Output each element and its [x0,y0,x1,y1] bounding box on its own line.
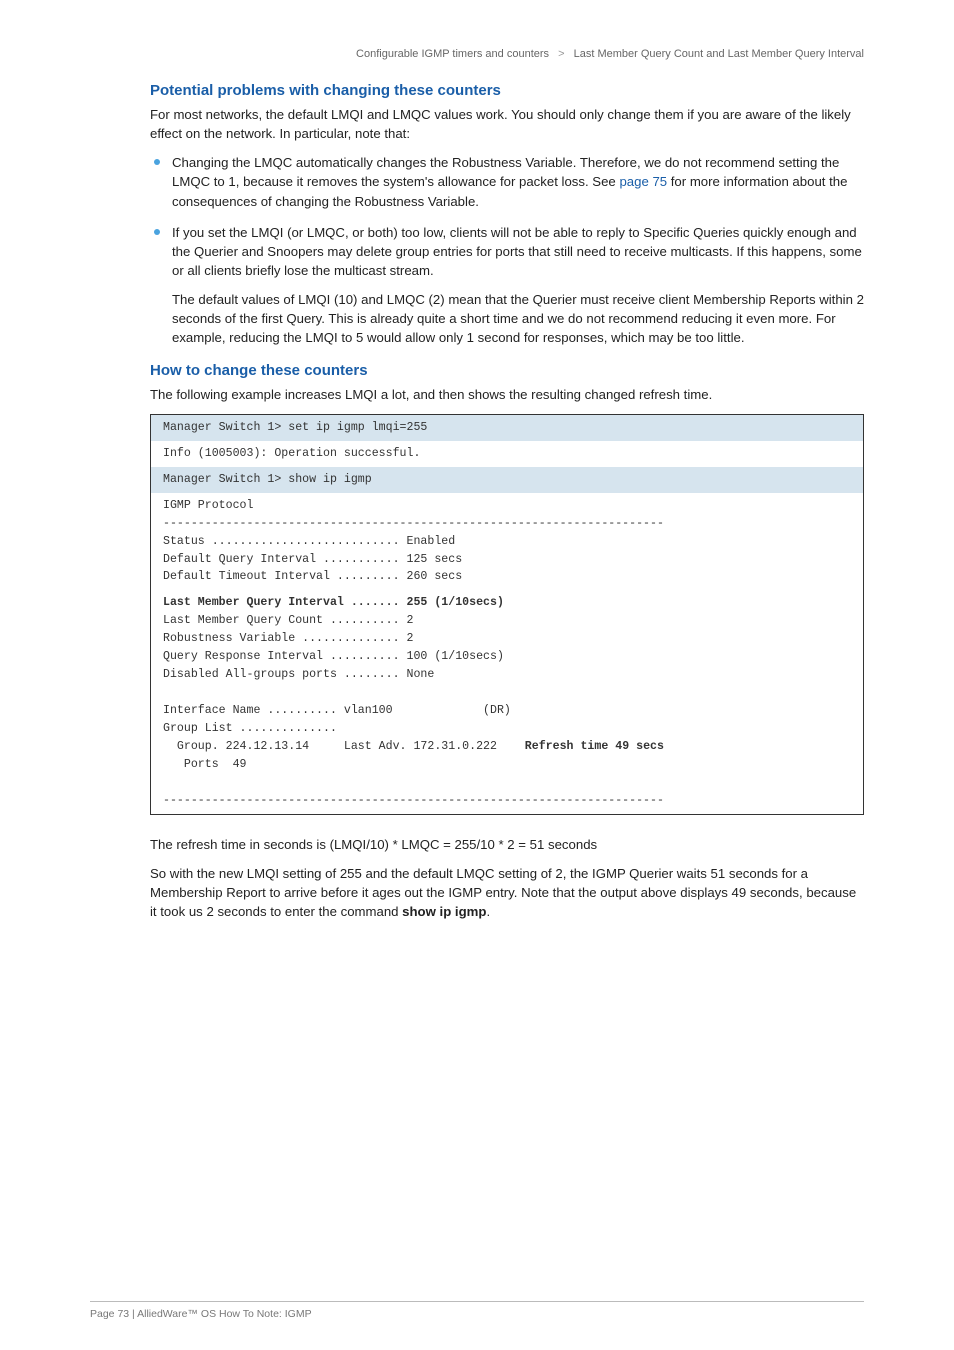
tail-text: . [486,904,490,919]
intro-paragraph-2: The following example increases LMQI a l… [150,385,864,404]
command-name: show ip igmp [402,904,486,919]
code-output-line: Info (1005003): Operation successful. [151,441,863,467]
page-footer: Page 73 | AlliedWare™ OS How To Note: IG… [90,1301,864,1320]
code-bold-inline: Refresh time 49 secs [525,740,664,753]
bullet-list: Changing the LMQC automatically changes … [150,153,864,347]
heading-potential-problems: Potential problems with changing these c… [150,82,864,99]
tail-paragraph-2: So with the new LMQI setting of 255 and … [150,864,864,921]
code-output-text: Last Member Query Count .......... 2 Rob… [163,614,511,735]
heading-how-to-change: How to change these counters [150,362,864,379]
code-output-block: Last Member Query Interval ....... 255 (… [151,590,863,814]
bullet-subparagraph: The default values of LMQI (10) and LMQC… [172,290,864,347]
code-command-line: Manager Switch 1> set ip igmp lmqi=255 [151,415,863,441]
code-bold-line: Last Member Query Interval ....... 255 (… [163,596,504,609]
list-item: Changing the LMQC automatically changes … [150,153,864,210]
code-command-line: Manager Switch 1> show ip igmp [151,467,863,493]
list-item: If you set the LMQI (or LMQC, or both) t… [150,223,864,348]
breadcrumb-subsection: Last Member Query Count and Last Member … [574,48,864,60]
breadcrumb-separator: > [552,48,570,60]
code-output-text: Group. 224.12.13.14 Last Adv. 172.31.0.2… [163,740,525,753]
bullet-text: If you set the LMQI (or LMQC, or both) t… [172,225,862,278]
intro-paragraph: For most networks, the default LMQI and … [150,105,864,143]
tail-text: So with the new LMQI setting of 255 and … [150,866,856,919]
tail-paragraph-1: The refresh time in seconds is (LMQI/10)… [150,835,864,854]
code-output-box: Manager Switch 1> set ip igmp lmqi=255 I… [150,414,864,815]
code-output-text: Ports 49 -------------------------------… [163,758,664,807]
code-output-block: IGMP Protocol --------------------------… [151,493,863,591]
page-link[interactable]: page 75 [619,174,667,189]
breadcrumb: Configurable IGMP timers and counters > … [150,48,864,60]
breadcrumb-section: Configurable IGMP timers and counters [356,48,549,60]
